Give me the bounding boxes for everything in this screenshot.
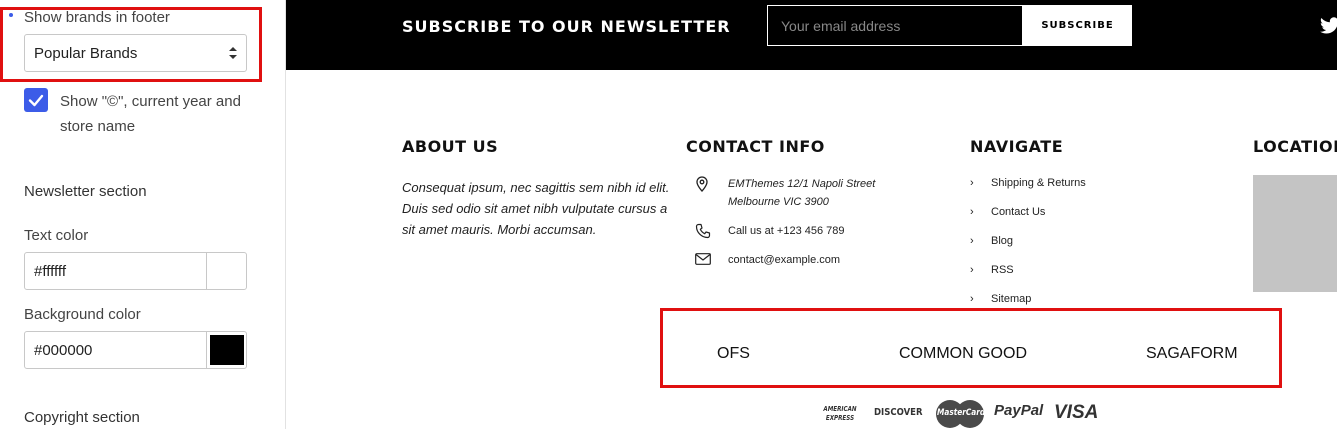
newsletter-bar: SUBSCRIBE TO OUR NEWSLETTER SUBSCRIBE xyxy=(286,0,1337,70)
store-footer-preview: SUBSCRIBE TO OUR NEWSLETTER SUBSCRIBE AB… xyxy=(286,0,1337,429)
paypal-icon: PayPal xyxy=(994,402,1044,419)
newsletter-title: SUBSCRIBE TO OUR NEWSLETTER xyxy=(402,17,731,36)
location-map[interactable] xyxy=(1253,175,1337,292)
location-pin-icon xyxy=(696,176,708,192)
bg-color-swatch[interactable] xyxy=(206,332,246,368)
nav-link-shipping-returns[interactable]: › Shipping & Returns xyxy=(970,177,1086,189)
nav-link-rss[interactable]: › RSS xyxy=(970,264,1014,276)
location-title: LOCATION xyxy=(1253,137,1337,156)
chevron-right-icon: › xyxy=(970,293,974,305)
about-us-text: Consequat ipsum, nec sagittis sem nibh i… xyxy=(402,180,670,237)
chevron-right-icon: › xyxy=(970,235,974,247)
contact-email[interactable]: contact@example.com xyxy=(728,251,840,269)
email-icon xyxy=(695,253,711,265)
text-color-value: #ffffff xyxy=(34,263,66,280)
nav-link-sitemap[interactable]: › Sitemap xyxy=(970,293,1031,305)
brands-setting-highlight xyxy=(0,7,262,82)
phone-icon xyxy=(695,223,711,239)
chevron-right-icon: › xyxy=(970,177,974,189)
text-color-swatch[interactable] xyxy=(206,253,246,289)
nav-link-blog[interactable]: › Blog xyxy=(970,235,1013,247)
chevron-right-icon: › xyxy=(970,206,974,218)
checkmark-icon xyxy=(28,94,44,107)
newsletter-email-input[interactable] xyxy=(767,5,1023,46)
chevron-right-icon: › xyxy=(970,264,974,276)
discover-icon: DISCOVER xyxy=(874,407,923,418)
subscribe-button[interactable]: SUBSCRIBE xyxy=(1023,5,1132,46)
theme-settings-panel: Show brands in footer Popular Brands Sho… xyxy=(0,0,286,429)
nav-link-contact-us[interactable]: › Contact Us xyxy=(970,206,1045,218)
navigate-title: NAVIGATE xyxy=(970,137,1064,156)
contact-info-title: CONTACT INFO xyxy=(686,137,825,156)
visa-icon: VISA xyxy=(1054,402,1099,423)
contact-phone[interactable]: Call us at +123 456 789 xyxy=(728,222,845,240)
bg-color-value: #000000 xyxy=(34,342,93,359)
brands-footer-highlight xyxy=(660,308,1282,388)
copyright-section-heading: Copyright section xyxy=(24,409,140,426)
copyright-checkbox[interactable] xyxy=(24,88,48,112)
about-us-title: ABOUT US xyxy=(402,137,499,156)
contact-address: EMThemes 12/1 Napoli Street Melbourne VI… xyxy=(728,175,875,211)
text-color-label: Text color xyxy=(24,227,89,244)
text-color-field[interactable]: #ffffff xyxy=(24,252,247,290)
bg-color-label: Background color xyxy=(24,306,141,323)
copyright-checkbox-label: Show "©", current year and store name xyxy=(60,93,241,135)
mastercard-icon: MasterCard xyxy=(934,399,986,429)
twitter-icon[interactable] xyxy=(1320,17,1337,34)
amex-icon: AMERICAN EXPRESS xyxy=(823,405,857,422)
address-line-2: Melbourne VIC 3900 xyxy=(728,196,829,208)
bg-color-field[interactable]: #000000 xyxy=(24,331,247,369)
address-line-1: EMThemes 12/1 Napoli Street xyxy=(728,178,876,190)
newsletter-section-heading: Newsletter section xyxy=(24,183,147,200)
